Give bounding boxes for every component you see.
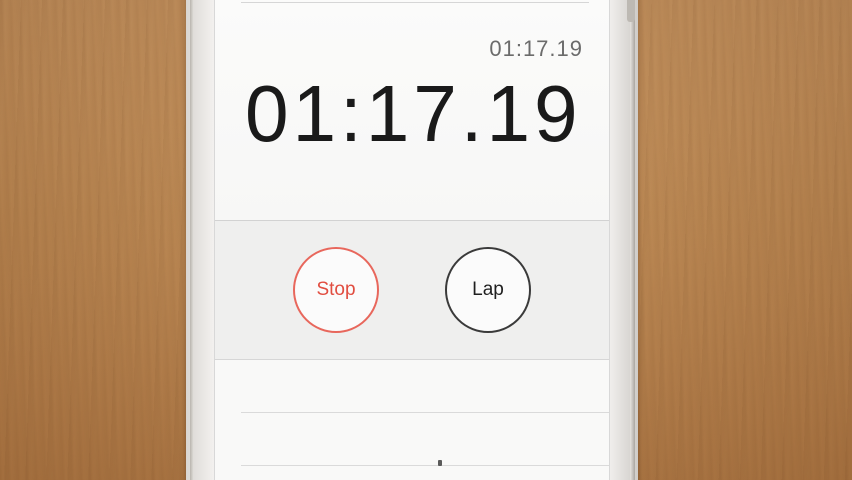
phone-left-edge <box>190 0 194 480</box>
lap-button[interactable]: Lap <box>445 247 531 333</box>
lap-row <box>241 360 609 413</box>
phone-screen: 01:17.19 01:17.19 Stop Lap <box>214 0 610 480</box>
divider <box>241 2 589 3</box>
current-lap-time: 01:17.19 <box>489 36 583 61</box>
home-indicator-icon <box>438 460 442 466</box>
phone-right-edge <box>630 0 635 480</box>
phone-side-button <box>627 0 635 22</box>
elapsed-time: 01:17.19 <box>245 69 582 158</box>
lap-row <box>241 413 609 466</box>
stop-button[interactable]: Stop <box>293 247 379 333</box>
lap-list <box>215 360 609 480</box>
controls-panel: Stop Lap <box>215 221 609 360</box>
timer-display-panel: 01:17.19 01:17.19 <box>215 0 609 221</box>
